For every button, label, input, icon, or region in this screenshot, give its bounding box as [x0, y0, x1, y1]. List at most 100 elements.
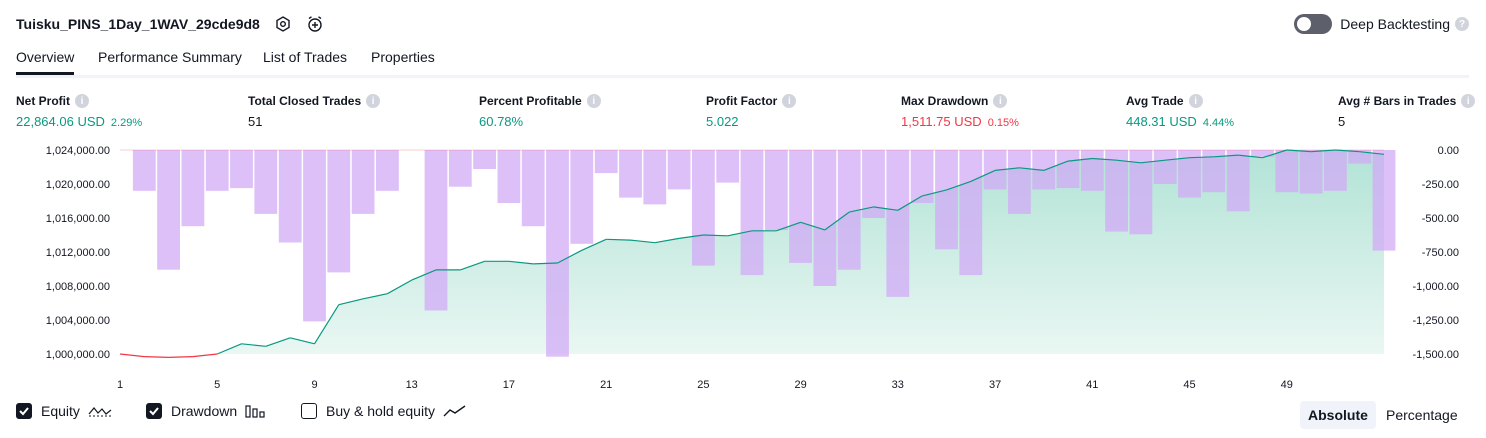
metric-total-closed-trades: Total Closed Trades i 51 — [248, 94, 381, 129]
metric-label: Avg Trade — [1126, 94, 1184, 108]
tab-bar: Overview Performance Summary List of Tra… — [16, 48, 1469, 78]
tab-performance-summary[interactable]: Performance Summary — [98, 48, 242, 75]
help-icon[interactable]: ? — [1455, 17, 1469, 31]
equity-line-segment — [144, 356, 169, 358]
tab-properties[interactable]: Properties — [371, 48, 435, 75]
info-icon[interactable]: i — [782, 94, 797, 108]
drawdown-bars-icon — [245, 404, 265, 418]
x-axis-tick: 49 — [1281, 379, 1293, 391]
y-axis-right-tick: -1,000.00 — [1413, 281, 1459, 293]
x-axis-tick: 41 — [1086, 379, 1098, 391]
alarm-clock-plus-icon[interactable] — [306, 15, 324, 33]
deep-backtesting-label: Deep Backtesting — [1340, 16, 1450, 32]
drawdown-bar — [643, 150, 667, 205]
drawdown-bar — [205, 150, 229, 191]
percentage-button[interactable]: Percentage — [1378, 401, 1466, 429]
drawdown-bar — [303, 150, 326, 322]
drawdown-bar — [1299, 150, 1323, 194]
drawdown-bar — [230, 150, 253, 189]
drawdown-bar — [254, 150, 278, 214]
metric-max-drawdown: Max Drawdown i 1,511.75 USD 0.15% — [901, 94, 1019, 129]
drawdown-bar — [813, 150, 837, 286]
gear-icon[interactable] — [274, 15, 292, 33]
absolute-button[interactable]: Absolute — [1300, 401, 1376, 429]
checkbox-drawdown[interactable] — [146, 403, 162, 419]
info-icon[interactable]: i — [1188, 94, 1203, 108]
tab-overview[interactable]: Overview — [16, 48, 75, 75]
drawdown-bar — [1105, 150, 1128, 232]
y-axis-left-tick: 1,000,000.00 — [46, 349, 110, 361]
y-axis-right-tick: -1,500.00 — [1413, 349, 1459, 361]
drawdown-bar — [886, 150, 910, 297]
y-axis-right-tick: -1,250.00 — [1413, 315, 1459, 327]
drawdown-bar — [570, 150, 594, 244]
y-axis-left-tick: 1,020,000.00 — [46, 179, 110, 191]
drawdown-bar — [959, 150, 983, 276]
metric-label: Max Drawdown — [901, 94, 989, 108]
drawdown-bar — [448, 150, 472, 187]
y-axis-right-tick: -250.00 — [1422, 179, 1459, 191]
deep-backtesting-toggle[interactable] — [1294, 14, 1333, 34]
info-icon[interactable]: i — [366, 94, 381, 108]
info-icon[interactable]: i — [993, 94, 1008, 108]
x-axis-tick: 17 — [503, 379, 515, 391]
legend-label: Drawdown — [171, 403, 238, 419]
y-axis-left-tick: 1,008,000.00 — [46, 281, 110, 293]
drawdown-bar — [157, 150, 180, 270]
x-axis-tick: 1 — [117, 379, 123, 391]
drawdown-bar — [1226, 150, 1250, 212]
equity-line-segment — [703, 234, 728, 237]
metric-label: Net Profit — [16, 94, 70, 108]
x-axis-tick: 29 — [794, 379, 806, 391]
legend-equity[interactable]: Equity — [16, 403, 112, 419]
metric-value: 1,511.75 USD — [901, 114, 982, 129]
metric-percent: 2.29% — [110, 117, 143, 129]
info-icon[interactable]: i — [1461, 94, 1476, 108]
drawdown-bar — [1056, 150, 1080, 189]
drawdown-bar — [740, 150, 764, 276]
equity-line-segment — [192, 353, 218, 358]
drawdown-bar — [910, 150, 934, 203]
deep-backtesting: Deep Backtesting ? — [1294, 14, 1469, 34]
drawdown-bar — [789, 150, 812, 263]
metric-label: Total Closed Trades — [248, 94, 362, 108]
drawdown-bar — [521, 150, 545, 227]
metric-value: 60.78% — [479, 114, 524, 129]
drawdown-bar — [546, 150, 569, 357]
info-icon[interactable]: i — [586, 94, 601, 108]
drawdown-bar — [1372, 150, 1396, 251]
metric-profit-factor: Profit Factor i 5.022 — [706, 94, 797, 129]
y-axis-left-tick: 1,012,000.00 — [46, 247, 110, 259]
checkbox-buy-hold-equity[interactable] — [301, 403, 317, 419]
equity-line-segment — [168, 356, 193, 358]
y-axis-left-tick: 1,004,000.00 — [46, 315, 110, 327]
buy-hold-line-icon — [443, 404, 467, 418]
tab-list-of-trades[interactable]: List of Trades — [263, 48, 347, 75]
y-axis-left-tick: 1,024,000.00 — [46, 145, 110, 157]
metric-percent: 4.44% — [1202, 117, 1235, 129]
drawdown-bar — [327, 150, 351, 273]
drawdown-bar — [376, 150, 399, 191]
drawdown-bar — [181, 150, 205, 227]
drawdown-bar — [594, 150, 618, 174]
drawdown-bar — [1080, 150, 1104, 191]
drawdown-bar — [424, 150, 448, 311]
legend-buy-hold-equity[interactable]: Buy & hold equity — [301, 403, 467, 419]
info-icon[interactable]: i — [75, 94, 89, 108]
metric-label: Profit Factor — [706, 94, 778, 108]
checkbox-equity[interactable] — [16, 403, 32, 419]
x-axis-tick: 33 — [892, 379, 904, 391]
x-axis-tick: 25 — [697, 379, 709, 391]
drawdown-bar — [619, 150, 642, 198]
metric-label: Avg # Bars in Trades — [1338, 94, 1457, 108]
x-axis-tick: 9 — [311, 379, 317, 391]
y-axis-left-tick: 1,016,000.00 — [46, 213, 110, 225]
drawdown-bar — [351, 150, 375, 214]
metric-percent: 0.15% — [987, 117, 1019, 129]
drawdown-bar — [1008, 150, 1031, 214]
x-axis-tick: 45 — [1183, 379, 1195, 391]
equity-drawdown-chart[interactable]: 1,024,000.00 1,020,000.00 1,016,000.00 1,01… — [0, 136, 1486, 394]
metric-avg-trade: Avg Trade i 448.31 USD 4.44% — [1126, 94, 1234, 129]
metric-value: 22,864.06 USD — [16, 114, 105, 129]
legend-drawdown[interactable]: Drawdown — [146, 403, 265, 419]
